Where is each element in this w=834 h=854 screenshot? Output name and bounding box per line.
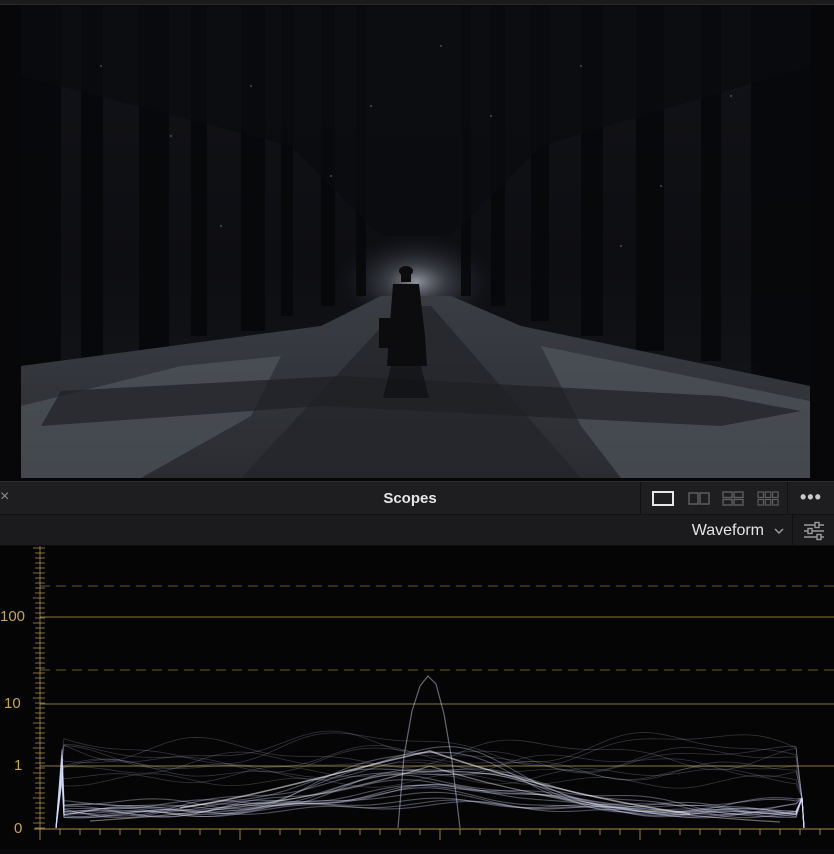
scope-type-label: Waveform bbox=[691, 522, 764, 539]
scale-label-10: 10 bbox=[4, 695, 21, 712]
waveform-scope[interactable]: 100 10 1 0 bbox=[0, 546, 834, 849]
scale-label-0: 0 bbox=[14, 820, 23, 837]
single-view-icon[interactable] bbox=[652, 491, 674, 506]
viewer-top-border bbox=[0, 0, 834, 5]
more-options-icon[interactable]: ••• bbox=[800, 488, 822, 506]
scale-label-100: 100 bbox=[0, 608, 26, 625]
close-icon[interactable]: × bbox=[0, 488, 8, 506]
sliders-icon bbox=[803, 521, 824, 540]
grid-view-icon[interactable] bbox=[757, 491, 779, 506]
scale-label-1: 1 bbox=[14, 757, 23, 774]
video-frame[interactable] bbox=[21, 6, 810, 478]
viewer bbox=[0, 0, 834, 481]
quad-view-icon[interactable] bbox=[722, 491, 744, 506]
layout-button-group bbox=[640, 482, 788, 516]
scope-settings-button[interactable] bbox=[792, 515, 834, 546]
waveform-graph bbox=[33, 546, 834, 840]
scopes-panel-header: × Scopes ••• bbox=[0, 481, 834, 516]
forest-road-image bbox=[21, 6, 810, 478]
scope-type-dropdown[interactable]: Waveform bbox=[692, 520, 784, 542]
dual-view-icon[interactable] bbox=[688, 491, 710, 506]
waveform-trace bbox=[55, 766, 805, 829]
scope-toolbar: Waveform bbox=[0, 515, 834, 546]
chevron-down-icon bbox=[774, 528, 784, 535]
panel-title: Scopes bbox=[383, 490, 437, 507]
